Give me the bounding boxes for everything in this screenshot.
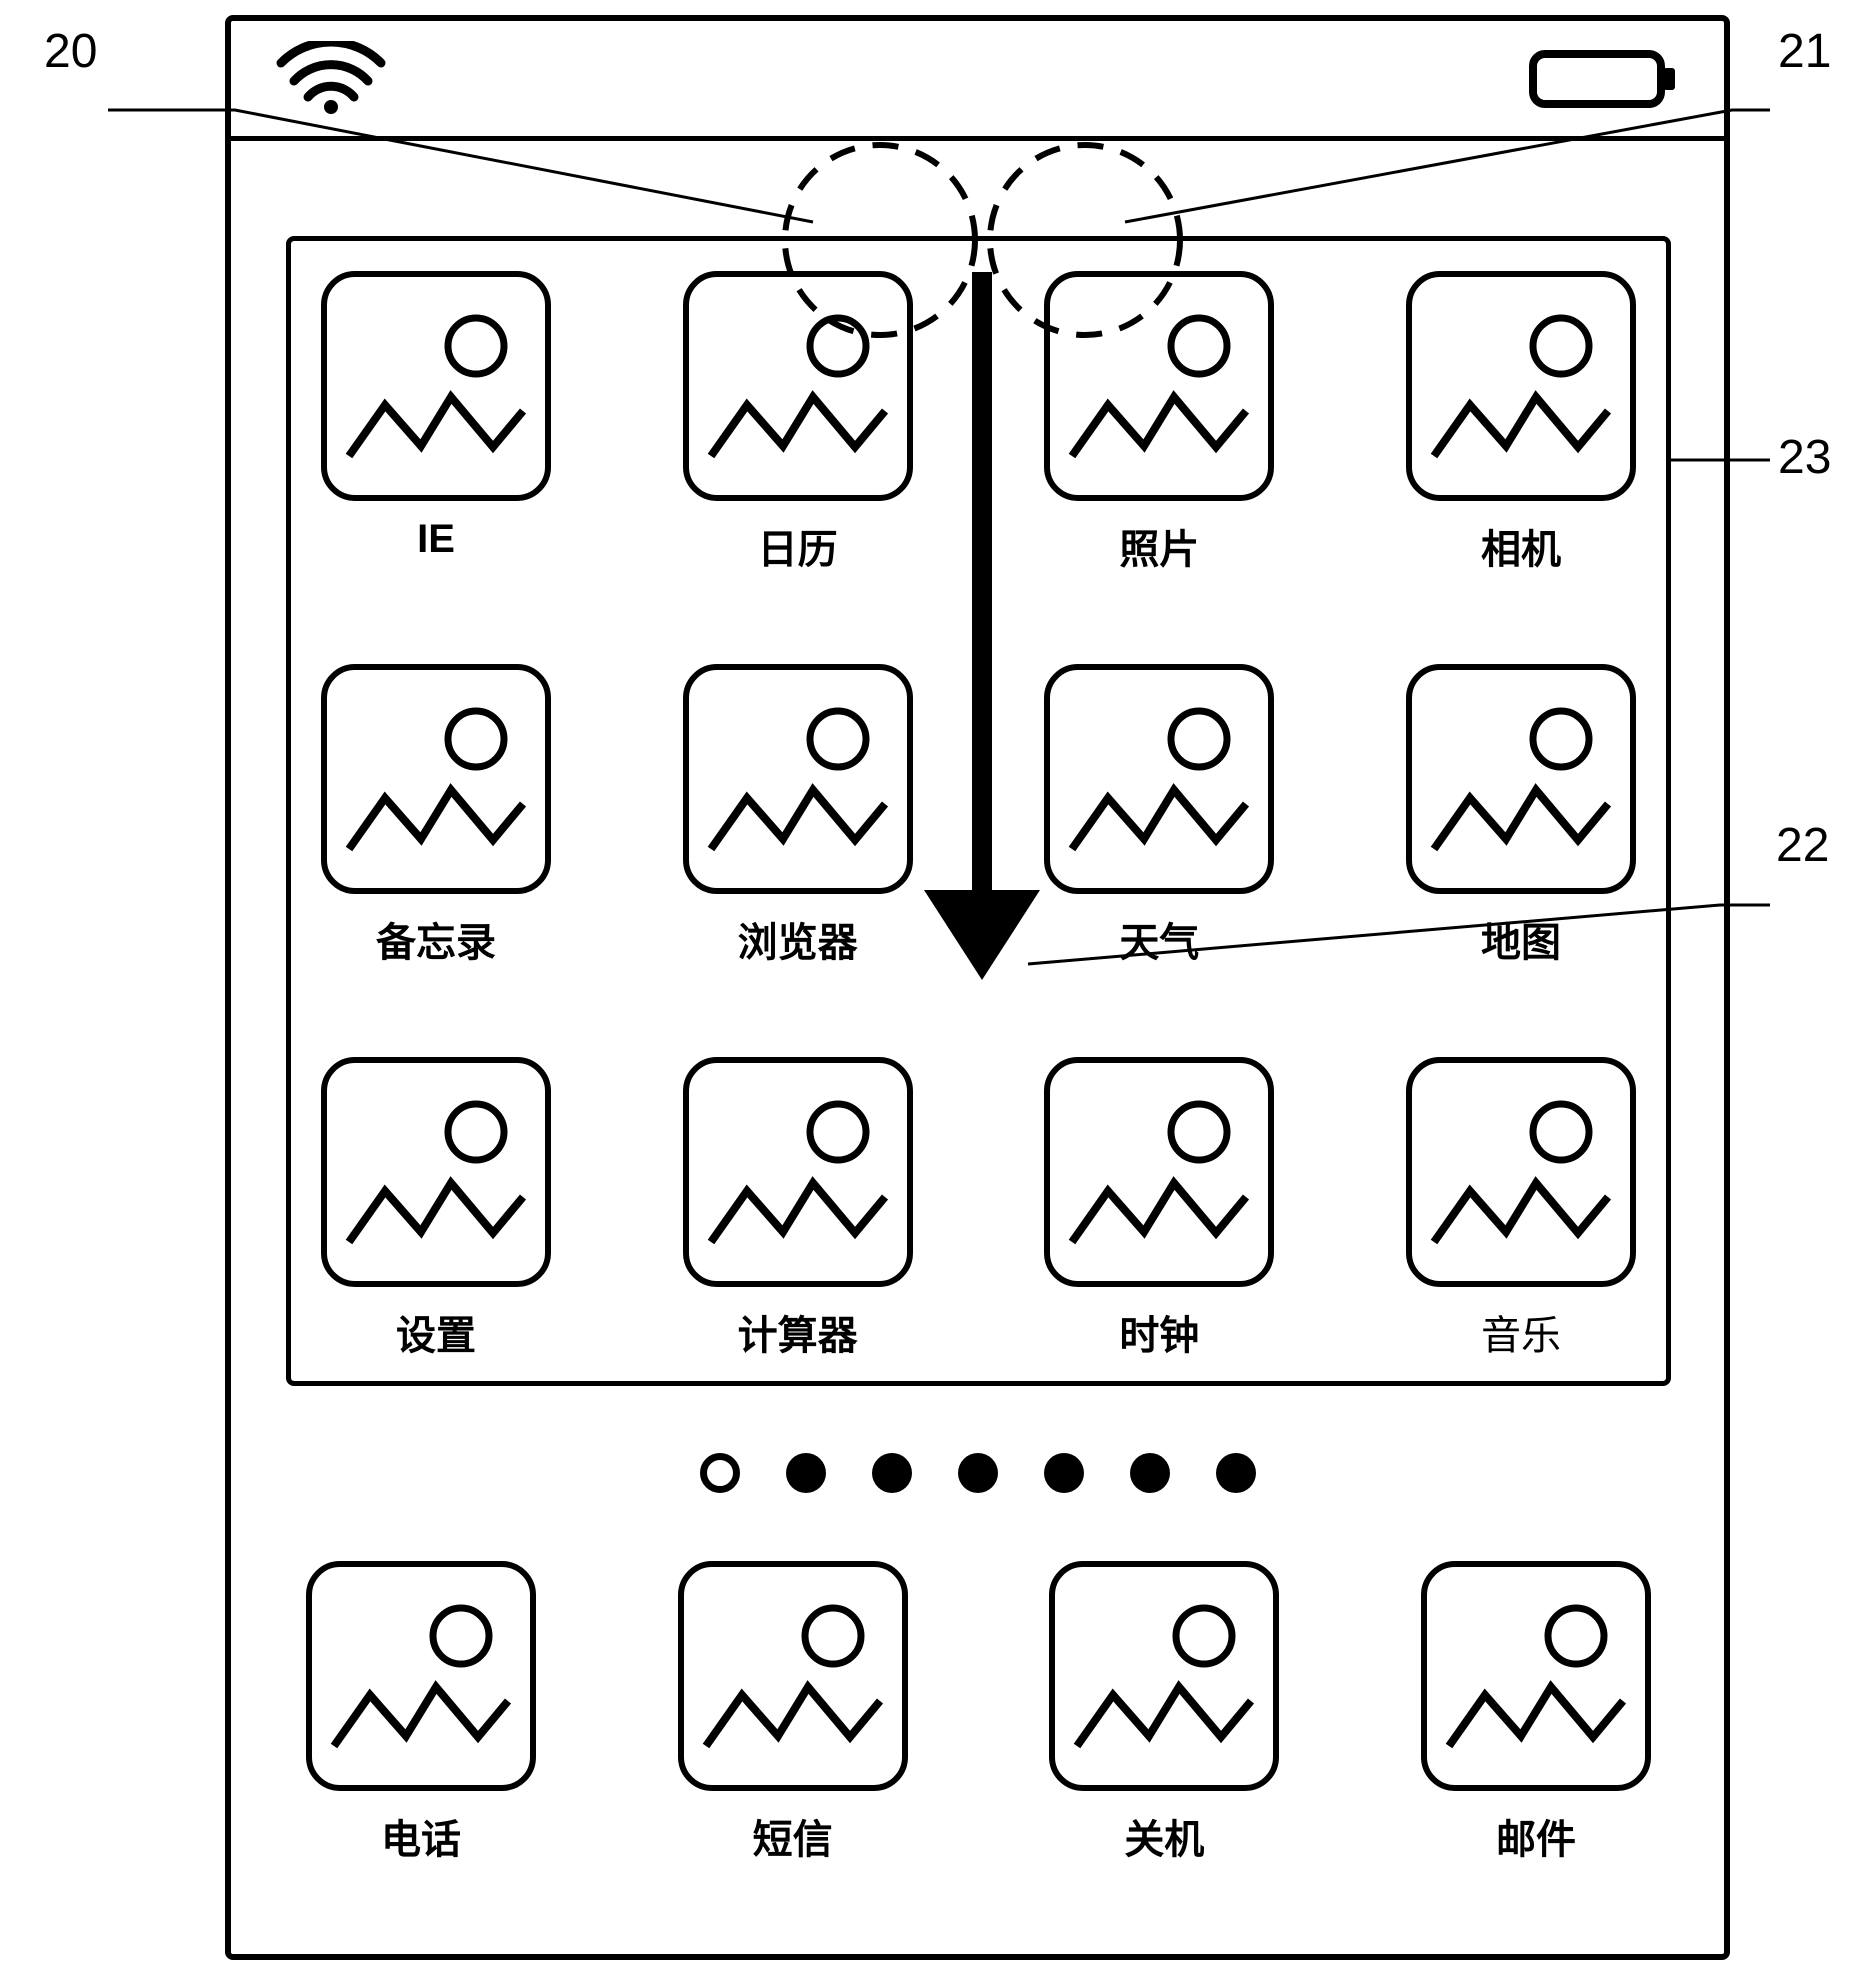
app-label: 关机 — [1124, 1807, 1204, 1865]
dock-phone[interactable]: 电话 — [306, 1561, 536, 1865]
app-icon-placeholder — [1044, 1057, 1274, 1287]
app-calculator[interactable]: 计算器 — [683, 1057, 913, 1361]
app-icon-placeholder — [683, 664, 913, 894]
callout-21: 21 — [1778, 24, 1831, 79]
app-label: 电话 — [381, 1807, 461, 1865]
app-camera[interactable]: 相机 — [1406, 271, 1636, 575]
app-label: 音乐 — [1481, 1303, 1561, 1361]
callout-20: 20 — [44, 24, 97, 79]
page-dot[interactable] — [872, 1453, 912, 1493]
callout-22: 22 — [1776, 818, 1829, 873]
app-weather[interactable]: 天气 — [1044, 664, 1274, 968]
callout-23: 23 — [1778, 430, 1831, 485]
app-icon-placeholder — [1421, 1561, 1651, 1791]
app-label: 日历 — [758, 517, 838, 575]
app-memo[interactable]: 备忘录 — [321, 664, 551, 968]
dock: 电话 短信 关机 邮件 — [306, 1561, 1651, 1865]
battery-icon — [1529, 44, 1679, 114]
status-bar — [231, 21, 1724, 141]
app-browser[interactable]: 浏览器 — [683, 664, 913, 968]
app-row: 设置 计算器 时钟 — [321, 1057, 1636, 1361]
app-label: IE — [417, 517, 455, 562]
app-icon-placeholder — [321, 1057, 551, 1287]
app-ie[interactable]: IE — [321, 271, 551, 575]
app-row: 备忘录 浏览器 天气 — [321, 664, 1636, 968]
app-label: 地图 — [1481, 910, 1561, 968]
wifi-icon — [276, 41, 386, 116]
page-dot[interactable] — [1130, 1453, 1170, 1493]
app-icon-placeholder — [1044, 664, 1274, 894]
app-calendar[interactable]: 日历 — [683, 271, 913, 575]
app-photos[interactable]: 照片 — [1044, 271, 1274, 575]
app-label: 短信 — [753, 1807, 833, 1865]
page-dot[interactable] — [1044, 1453, 1084, 1493]
app-music[interactable]: 音乐 — [1406, 1057, 1636, 1361]
app-label: 备忘录 — [376, 910, 496, 968]
page-dot[interactable] — [1216, 1453, 1256, 1493]
app-icon-placeholder — [683, 271, 913, 501]
app-icon-placeholder — [1406, 1057, 1636, 1287]
app-icon-placeholder — [1049, 1561, 1279, 1791]
app-label: 天气 — [1119, 910, 1199, 968]
page-dot[interactable] — [700, 1453, 740, 1493]
app-icon-placeholder — [306, 1561, 536, 1791]
app-icon-placeholder — [683, 1057, 913, 1287]
app-icon-placeholder — [321, 271, 551, 501]
app-label: 设置 — [396, 1303, 476, 1361]
page-dot[interactable] — [958, 1453, 998, 1493]
page-indicator[interactable] — [231, 1453, 1724, 1493]
device-frame: IE 日历 照片 — [225, 15, 1730, 1960]
dock-sms[interactable]: 短信 — [678, 1561, 908, 1865]
app-clock[interactable]: 时钟 — [1044, 1057, 1274, 1361]
app-grid-panel: IE 日历 照片 — [286, 236, 1671, 1386]
app-label: 照片 — [1119, 517, 1199, 575]
app-label: 浏览器 — [738, 910, 858, 968]
app-label: 邮件 — [1496, 1807, 1576, 1865]
app-icon-placeholder — [1406, 664, 1636, 894]
app-icon-placeholder — [321, 664, 551, 894]
app-label: 时钟 — [1119, 1303, 1199, 1361]
app-maps[interactable]: 地图 — [1406, 664, 1636, 968]
app-row: IE 日历 照片 — [321, 271, 1636, 575]
app-grid: IE 日历 照片 — [291, 241, 1666, 1381]
dock-mail[interactable]: 邮件 — [1421, 1561, 1651, 1865]
page-dot[interactable] — [786, 1453, 826, 1493]
app-settings[interactable]: 设置 — [321, 1057, 551, 1361]
app-icon-placeholder — [1044, 271, 1274, 501]
app-label: 计算器 — [738, 1303, 858, 1361]
app-icon-placeholder — [678, 1561, 908, 1791]
dock-shutdown[interactable]: 关机 — [1049, 1561, 1279, 1865]
app-label: 相机 — [1481, 517, 1561, 575]
app-icon-placeholder — [1406, 271, 1636, 501]
